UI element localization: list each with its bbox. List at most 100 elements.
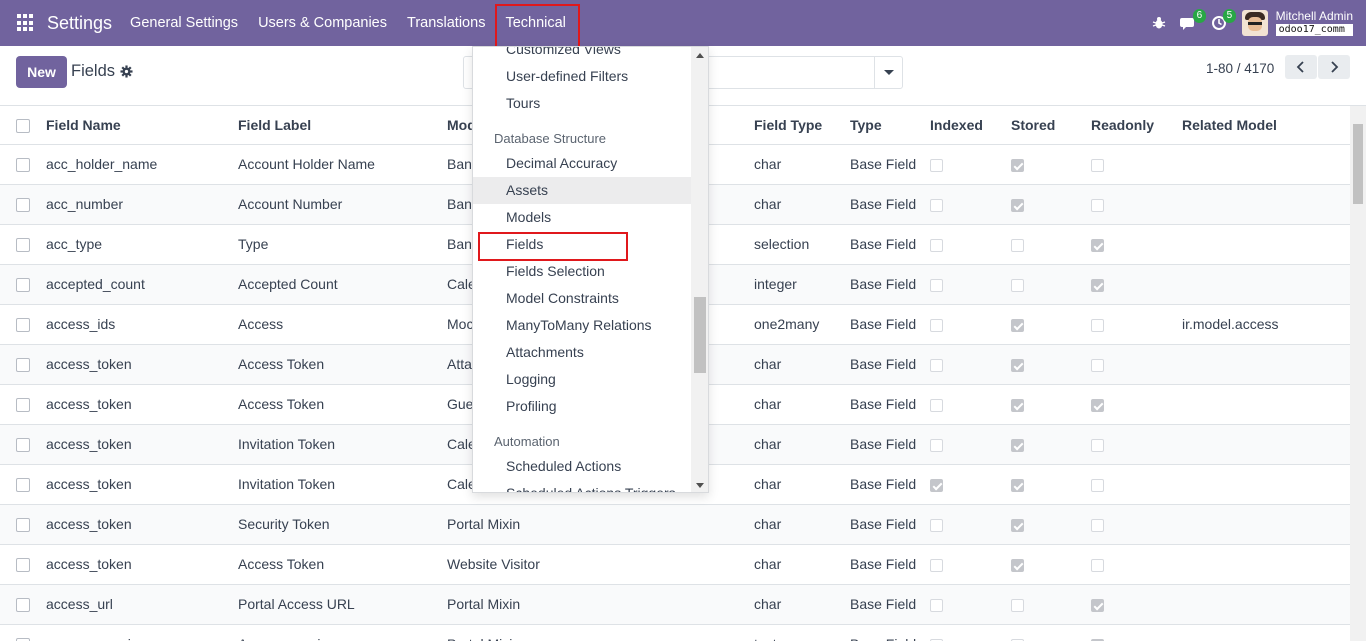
activity-clock-icon[interactable]: 5 <box>1204 0 1237 46</box>
cell-stored <box>1011 464 1091 505</box>
dropdown-scroll-thumb[interactable] <box>694 297 706 373</box>
cell-name: acc_number <box>46 184 238 225</box>
cell-ftype: char <box>754 504 850 545</box>
section-database-structure: Database Structure <box>494 131 607 146</box>
cell-related-model <box>1182 424 1350 465</box>
cell-name: accepted_count <box>46 264 238 305</box>
indexed-checkbox <box>930 438 943 452</box>
indexed-checkbox <box>930 238 943 252</box>
row-select-checkbox[interactable] <box>16 398 30 413</box>
menu-item-fields-selection[interactable]: Fields Selection <box>473 258 691 285</box>
column-header[interactable]: Type <box>850 106 930 145</box>
row-select-checkbox[interactable] <box>16 238 30 253</box>
cell-label: Invitation Token <box>238 464 447 505</box>
apps-menu-icon[interactable] <box>17 14 35 32</box>
page-title: Fields <box>71 62 116 80</box>
column-header[interactable]: Stored <box>1011 106 1091 145</box>
column-header[interactable]: Related Model <box>1182 106 1350 145</box>
select-all-checkbox[interactable] <box>16 118 30 133</box>
app-brand[interactable]: Settings <box>47 13 112 34</box>
caret-down-icon <box>883 70 894 75</box>
list-scrollbar[interactable] <box>1350 106 1366 641</box>
readonly-checkbox <box>1091 198 1104 212</box>
table-row[interactable]: access_url Portal Access URL Portal Mixin c… <box>0 584 1350 625</box>
pager-value[interactable]: 1-80 / 4170 <box>1206 61 1274 76</box>
column-header[interactable]: Field Type <box>754 106 850 145</box>
cell-readonly <box>1091 144 1182 185</box>
readonly-checkbox <box>1091 518 1104 532</box>
menu-technical[interactable]: Technical <box>495 0 581 48</box>
column-header[interactable]: Readonly <box>1091 106 1182 145</box>
readonly-checkbox <box>1091 278 1104 292</box>
menu-item-profiling[interactable]: Profiling <box>473 393 691 420</box>
row-select-checkbox[interactable] <box>16 318 30 333</box>
table-row[interactable]: access_token Access Token Website Visitor c… <box>0 544 1350 585</box>
table-row[interactable]: access_warningAccess warningPortal Mixin… <box>0 624 1350 641</box>
cell-indexed <box>930 384 1011 425</box>
menu-item-user-defined-filters[interactable]: User-defined Filters <box>473 63 691 90</box>
row-select-checkbox[interactable] <box>16 278 30 293</box>
menu-general-settings[interactable]: General Settings <box>120 0 248 46</box>
row-select-checkbox[interactable] <box>16 558 30 573</box>
cell-type: Base Field <box>850 224 930 265</box>
column-header[interactable]: Indexed <box>930 106 1011 145</box>
menu-item-assets[interactable]: Assets <box>473 177 691 204</box>
menu-item-scheduled-actions-triggers[interactable]: Scheduled Actions Triggers <box>473 480 691 492</box>
cell-type: Base Field <box>850 584 930 625</box>
menu-translations[interactable]: Translations <box>397 0 495 46</box>
cell-label: Type <box>238 224 447 265</box>
database-name: odoo17_comm <box>1275 24 1353 36</box>
cell-name: access_token <box>46 424 238 465</box>
stored-checkbox <box>1011 238 1024 252</box>
menu-users-companies[interactable]: Users & Companies <box>248 0 397 46</box>
column-header[interactable]: Field Label <box>238 106 447 145</box>
menu-item-attachments[interactable]: Attachments <box>473 339 691 366</box>
row-select-checkbox[interactable] <box>16 478 30 493</box>
cell-ftype: char <box>754 584 850 625</box>
menu-item-many2many-relations[interactable]: ManyToMany Relations <box>473 312 691 339</box>
user-avatar[interactable] <box>1241 10 1268 36</box>
cell-indexed <box>930 304 1011 345</box>
cell-stored <box>1011 384 1091 425</box>
cell-type: Base Field <box>850 504 930 545</box>
cell-stored <box>1011 144 1091 185</box>
cell-ftype: char <box>754 384 850 425</box>
gear-icon[interactable] <box>120 65 133 78</box>
new-button[interactable]: New <box>16 56 67 88</box>
cell-stored <box>1011 544 1091 585</box>
scroll-down-arrow-icon[interactable] <box>696 483 704 488</box>
cell-ftype: char <box>754 464 850 505</box>
column-header[interactable]: Field Name <box>46 106 238 145</box>
row-select-checkbox[interactable] <box>16 158 30 173</box>
menu-item-logging[interactable]: Logging <box>473 366 691 393</box>
user-menu[interactable]: Mitchell Admin odoo17_comm <box>1275 10 1353 36</box>
menu-item-tours[interactable]: Tours <box>473 90 691 117</box>
row-select-checkbox[interactable] <box>16 438 30 453</box>
pager-next-button[interactable] <box>1318 55 1350 79</box>
search-options-toggle[interactable] <box>874 57 902 88</box>
scroll-up-arrow-icon[interactable] <box>696 53 704 58</box>
menu-item-models[interactable]: Models <box>473 204 691 231</box>
cell-type: Base Field <box>850 464 930 505</box>
menu-item-customized-views[interactable]: Customized Views <box>473 47 691 63</box>
dropdown-scrollbar[interactable] <box>691 47 708 492</box>
cell-type: Base Field <box>850 544 930 585</box>
row-select-checkbox[interactable] <box>16 198 30 213</box>
menu-item-scheduled-actions[interactable]: Scheduled Actions <box>473 453 691 480</box>
cell-related-model <box>1182 544 1350 585</box>
stored-checkbox <box>1011 598 1024 612</box>
readonly-checkbox <box>1091 558 1104 572</box>
table-row[interactable]: access_token Security Token Portal Mixin ch… <box>0 504 1350 545</box>
cell-readonly <box>1091 424 1182 465</box>
row-select-checkbox[interactable] <box>16 358 30 373</box>
menu-item-decimal-accuracy[interactable]: Decimal Accuracy <box>473 150 691 177</box>
cell-type: Base Field <box>850 304 930 345</box>
cell-ftype: char <box>754 184 850 225</box>
debug-bug-icon[interactable] <box>1144 0 1174 46</box>
chat-icon[interactable]: 6 <box>1174 0 1207 46</box>
activity-badge: 5 <box>1222 9 1237 23</box>
pager-previous-button[interactable] <box>1285 55 1317 79</box>
row-select-checkbox[interactable] <box>16 518 30 533</box>
menu-item-model-constraints[interactable]: Model Constraints <box>473 285 691 312</box>
row-select-checkbox[interactable] <box>16 598 30 613</box>
